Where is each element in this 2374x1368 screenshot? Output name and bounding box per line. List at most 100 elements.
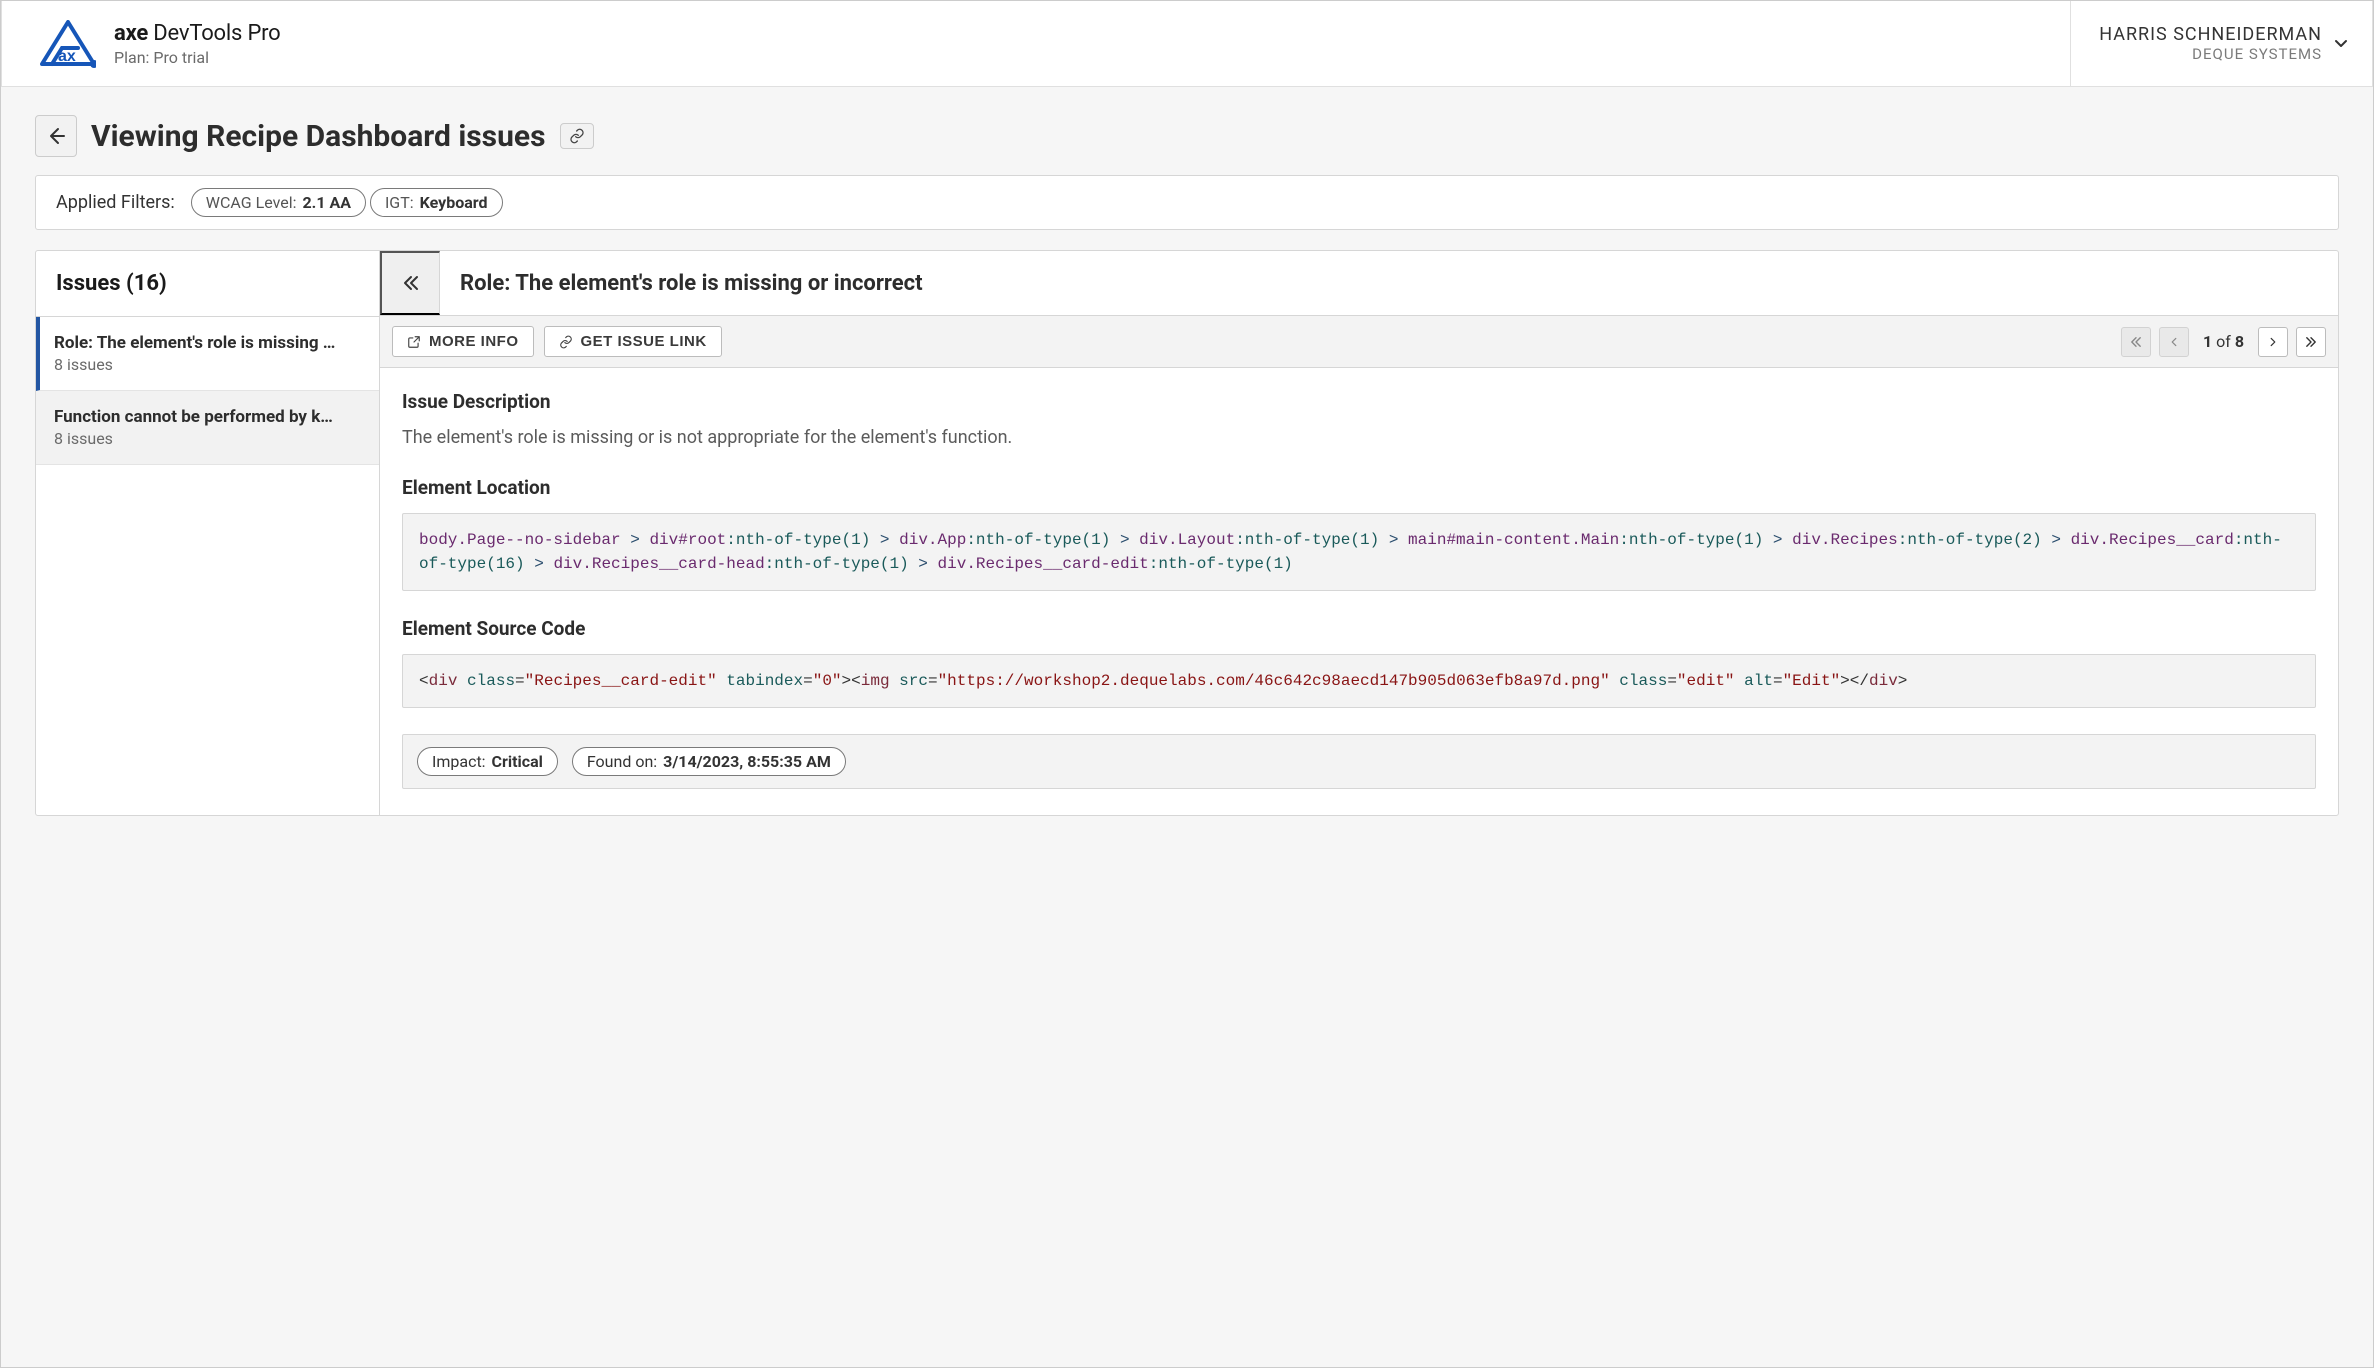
code-token: :nth-of-type(1) xyxy=(1235,531,1379,549)
detail-title: Role: The element's role is missing or i… xyxy=(440,271,923,296)
code-token: div.Layout xyxy=(1139,531,1235,549)
code-token: alt xyxy=(1744,672,1773,690)
arrow-left-icon xyxy=(46,126,66,146)
code-token: > xyxy=(1110,531,1139,549)
code-token: :nth-of-type(1) xyxy=(726,531,870,549)
code-token xyxy=(890,672,900,690)
top-bar: ax axe DevTools Pro Plan: Pro trial HARR… xyxy=(1,1,2373,87)
code-token xyxy=(1610,672,1620,690)
issue-description-text: The element's role is missing or is not … xyxy=(402,427,2316,448)
code-token: div.Recipes__card-head xyxy=(553,555,764,573)
code-token: "Recipes__card-edit" xyxy=(525,672,717,690)
brand-plan: Plan: Pro trial xyxy=(114,48,281,67)
code-token: div.App xyxy=(899,531,966,549)
code-token: >< xyxy=(842,672,861,690)
account-name: HARRIS SCHNEIDERMAN xyxy=(2099,24,2322,45)
account-text: HARRIS SCHNEIDERMAN DEQUE SYSTEMS xyxy=(2099,24,2322,63)
code-token: main#main-content.Main xyxy=(1408,531,1619,549)
issue-list-item[interactable]: Role: The element's role is missing …8 i… xyxy=(36,317,379,391)
code-token: :nth-of-type(1) xyxy=(1149,555,1293,573)
impact-chip: Impact: Critical xyxy=(417,747,558,776)
issue-meta-row: Impact: Critical Found on: 3/14/2023, 8:… xyxy=(402,734,2316,789)
copy-link-button[interactable] xyxy=(560,123,594,149)
issue-list-item-title: Role: The element's role is missing … xyxy=(54,333,361,353)
code-token: src xyxy=(899,672,928,690)
code-token: > xyxy=(2042,531,2071,549)
brand-plan-prefix: Plan: xyxy=(114,48,153,67)
pager: 1 of 8 xyxy=(2121,327,2326,357)
code-token: :nth-of-type(1) xyxy=(765,555,909,573)
pager-total: 8 xyxy=(2235,332,2244,351)
filter-chip[interactable]: IGT:Keyboard xyxy=(370,188,503,217)
axe-logo-icon: ax xyxy=(40,20,96,68)
code-token xyxy=(717,672,727,690)
detail-body: Issue Description The element's role is … xyxy=(380,368,2338,815)
element-source-heading: Element Source Code xyxy=(402,617,2316,640)
issue-list-heading: Issues (16) xyxy=(36,251,379,317)
code-token xyxy=(457,672,467,690)
get-issue-link-button[interactable]: GET ISSUE LINK xyxy=(544,326,722,357)
code-token: > xyxy=(870,531,899,549)
impact-key: Impact: xyxy=(432,752,490,771)
code-token: class xyxy=(1619,672,1667,690)
issue-list-item[interactable]: Function cannot be performed by k…8 issu… xyxy=(36,391,379,465)
title-row: Viewing Recipe Dashboard issues xyxy=(35,115,2339,157)
brand-title-rest: DevTools Pro xyxy=(148,21,280,46)
issue-list-sidebar: Issues (16) Role: The element's role is … xyxy=(36,251,380,815)
brand-block: ax axe DevTools Pro Plan: Pro trial xyxy=(1,1,2070,86)
code-token: :nth-of-type(2) xyxy=(1898,531,2042,549)
code-token: "Edit" xyxy=(1783,672,1841,690)
filters-label: Applied Filters: xyxy=(56,192,175,213)
brand-plan-value: Pro trial xyxy=(153,48,209,67)
chevron-left-icon xyxy=(2168,336,2180,348)
get-issue-link-label: GET ISSUE LINK xyxy=(581,333,707,350)
code-token: > xyxy=(1379,531,1408,549)
code-token: div.Recipes__card xyxy=(2071,531,2234,549)
collapse-sidebar-button[interactable] xyxy=(380,251,440,315)
found-on-key: Found on: xyxy=(587,752,661,771)
chevron-double-left-icon xyxy=(401,273,421,293)
applied-filters-bar: Applied Filters: WCAG Level:2.1 AA IGT:K… xyxy=(35,175,2339,230)
code-token: tabindex xyxy=(726,672,803,690)
link-icon xyxy=(569,128,585,144)
brand-text: axe DevTools Pro Plan: Pro trial xyxy=(114,21,281,67)
issue-detail: Role: The element's role is missing or i… xyxy=(380,251,2338,815)
pager-first-button[interactable] xyxy=(2121,327,2151,357)
pager-count: 1 of 8 xyxy=(2203,332,2244,351)
filter-chip[interactable]: WCAG Level:2.1 AA xyxy=(191,188,366,217)
filter-chip-value: Keyboard xyxy=(420,193,488,212)
chevron-double-left-icon xyxy=(2129,335,2143,349)
issues-panel: Issues (16) Role: The element's role is … xyxy=(35,250,2339,816)
code-token: "edit" xyxy=(1677,672,1735,690)
back-button[interactable] xyxy=(35,115,77,157)
chevron-down-icon xyxy=(2332,35,2350,53)
pager-of: of xyxy=(2212,332,2235,351)
code-token: = xyxy=(1667,672,1677,690)
external-link-icon xyxy=(407,335,421,349)
code-token: :nth-of-type(1) xyxy=(966,531,1110,549)
code-token: "https://workshop2.dequelabs.com/46c642c… xyxy=(938,672,1610,690)
code-token: "0" xyxy=(813,672,842,690)
account-menu[interactable]: HARRIS SCHNEIDERMAN DEQUE SYSTEMS xyxy=(2070,1,2373,86)
code-token: img xyxy=(861,672,890,690)
pager-last-button[interactable] xyxy=(2296,327,2326,357)
chevron-double-right-icon xyxy=(2304,335,2318,349)
content-area: Viewing Recipe Dashboard issues Applied … xyxy=(1,87,2373,1367)
chevron-right-icon xyxy=(2267,336,2279,348)
link-icon xyxy=(559,335,573,349)
detail-toolbar: MORE INFO GET ISSUE LINK xyxy=(380,316,2338,368)
issue-description-heading: Issue Description xyxy=(402,390,2316,413)
code-token: > xyxy=(1763,531,1792,549)
more-info-label: MORE INFO xyxy=(429,333,519,350)
code-token xyxy=(1735,672,1745,690)
code-token: :nth-of-type(1) xyxy=(1619,531,1763,549)
code-token: div xyxy=(429,672,458,690)
pager-next-button[interactable] xyxy=(2258,327,2288,357)
code-token: < xyxy=(419,672,429,690)
code-token: div#root xyxy=(649,531,726,549)
element-location-heading: Element Location xyxy=(402,476,2316,499)
issue-list-item-title: Function cannot be performed by k… xyxy=(54,407,361,427)
pager-prev-button[interactable] xyxy=(2159,327,2189,357)
more-info-button[interactable]: MORE INFO xyxy=(392,326,534,357)
found-on-chip: Found on: 3/14/2023, 8:55:35 AM xyxy=(572,747,846,776)
